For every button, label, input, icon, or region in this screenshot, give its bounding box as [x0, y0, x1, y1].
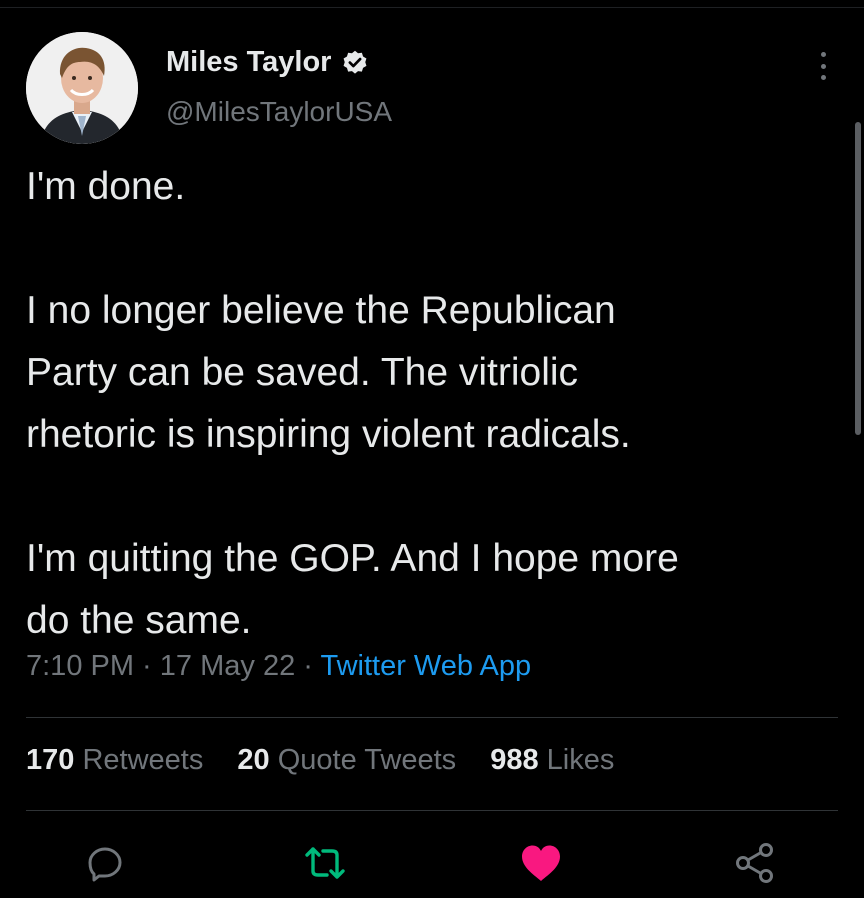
top-divider: [0, 0, 864, 8]
quote-tweets-stat[interactable]: 20 Quote Tweets: [237, 744, 456, 776]
author-name[interactable]: Miles Taylor: [166, 46, 331, 79]
tweet-paragraph: I'm done.: [26, 165, 186, 208]
likes-stat[interactable]: 988 Likes: [490, 744, 614, 776]
reply-icon: [88, 847, 122, 882]
tweet-text: I'm done. I no longer believe the Republ…: [26, 156, 846, 652]
share-button[interactable]: [730, 838, 780, 888]
tweet-paragraph: I no longer believe the Republican Party…: [26, 289, 631, 456]
tweet-paragraph: I'm quitting the GOP. And I hope more do…: [26, 537, 679, 642]
likes-label: Likes: [546, 744, 615, 776]
meta-separator: ·: [134, 650, 160, 682]
action-bar: [0, 838, 864, 888]
author-name-row: Miles Taylor: [166, 46, 369, 79]
like-button[interactable]: [516, 838, 566, 888]
avatar[interactable]: [26, 32, 138, 144]
dot: [820, 75, 826, 80]
quote-tweets-count: 20: [237, 744, 270, 776]
retweets-label: Retweets: [82, 744, 204, 776]
tweet-header: Miles Taylor @MilesTaylorUSA: [26, 32, 836, 144]
dot: [820, 63, 826, 69]
share-icon: [736, 843, 773, 883]
more-options-icon[interactable]: [811, 48, 835, 84]
author-handle[interactable]: @MilesTaylorUSA: [166, 96, 392, 128]
heart-icon: [522, 845, 560, 881]
verified-badge-icon: [344, 50, 367, 74]
scrollbar[interactable]: [855, 122, 861, 435]
retweet-button[interactable]: [300, 838, 350, 888]
dot: [820, 52, 826, 57]
tweet-date[interactable]: 17 May 22: [160, 650, 295, 682]
divider: [26, 810, 838, 811]
retweets-count: 170: [26, 744, 75, 776]
tweet-time[interactable]: 7:10 PM: [26, 650, 134, 682]
quote-tweets-label: Quote Tweets: [277, 744, 457, 776]
tweet-meta: 7:10 PM · 17 May 22 · Twitter Web App: [26, 650, 531, 683]
divider: [26, 717, 838, 718]
tweet-stats: 170 Retweets 20 Quote Tweets 988 Likes: [26, 744, 640, 777]
likes-count: 988: [490, 744, 539, 776]
retweet-icon: [305, 847, 345, 879]
tweet-source-link[interactable]: Twitter Web App: [320, 650, 531, 682]
meta-separator: ·: [295, 650, 321, 682]
retweets-stat[interactable]: 170 Retweets: [26, 744, 203, 776]
reply-button[interactable]: [80, 838, 130, 888]
